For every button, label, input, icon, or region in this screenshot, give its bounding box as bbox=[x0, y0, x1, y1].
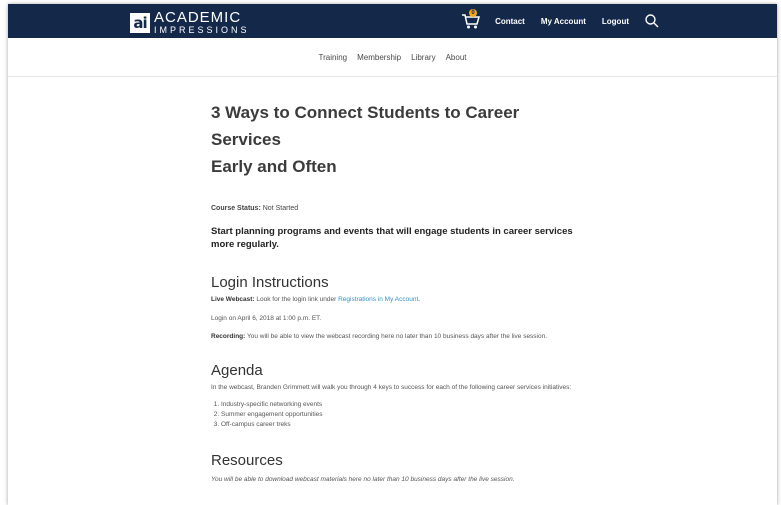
agenda-heading: Agenda bbox=[211, 362, 263, 379]
course-status: Course Status: Not Started bbox=[211, 205, 581, 212]
title-line2: Early and Often bbox=[211, 157, 337, 176]
agenda-item: Summer engagement opportunities bbox=[221, 410, 581, 420]
login-heading: Login Instructions bbox=[211, 274, 329, 291]
contact-link[interactable]: Contact bbox=[495, 17, 525, 26]
browser-frame: ai ACADEMIC IMPRESSIONS 0 Contact My Acc… bbox=[8, 4, 777, 505]
webcast-text: Look for the login link under bbox=[256, 296, 337, 303]
recording-paragraph: Recording: You will be able to view the … bbox=[211, 332, 581, 342]
search-icon[interactable] bbox=[645, 14, 659, 28]
registrations-link[interactable]: Registrations in My Account bbox=[338, 296, 418, 303]
status-value: Not Started bbox=[262, 205, 299, 212]
resources-text: You will be able to download webcast mat… bbox=[211, 476, 515, 483]
resources-heading: Resources bbox=[211, 452, 283, 469]
main-content: 3 Ways to Connect Students to Career Ser… bbox=[211, 99, 581, 485]
title-line1: 3 Ways to Connect Students to Career Ser… bbox=[211, 103, 520, 149]
logo-mark: ai bbox=[130, 12, 150, 33]
lead-text: Start planning programs and events that … bbox=[211, 226, 573, 250]
top-header: ai ACADEMIC IMPRESSIONS 0 Contact My Acc… bbox=[8, 4, 777, 38]
nav-membership[interactable]: Membership bbox=[357, 53, 401, 62]
cart-icon[interactable]: 0 bbox=[461, 9, 481, 30]
status-label: Course Status: bbox=[211, 205, 261, 212]
agenda-item: Off-campus career treks bbox=[221, 420, 581, 430]
my-account-link[interactable]: My Account bbox=[541, 17, 586, 26]
logout-link[interactable]: Logout bbox=[602, 17, 629, 26]
cart-badge: 0 bbox=[469, 9, 478, 17]
logo-line1: ACADEMIC bbox=[154, 9, 242, 26]
logo-line2: IMPRESSIONS bbox=[154, 25, 250, 35]
login-time: Login on April 6, 2018 at 1:00 p.m. ET. bbox=[211, 315, 322, 322]
page-title: 3 Ways to Connect Students to Career Ser… bbox=[211, 99, 581, 180]
site-logo[interactable]: ai ACADEMIC IMPRESSIONS bbox=[130, 10, 250, 35]
logo-text: ACADEMIC IMPRESSIONS bbox=[154, 10, 250, 35]
header-actions: 0 Contact My Account Logout bbox=[461, 4, 659, 38]
nav-about[interactable]: About bbox=[446, 53, 467, 62]
nav-training[interactable]: Training bbox=[319, 53, 348, 62]
agenda-item: Industry-specific networking events bbox=[221, 400, 581, 410]
webcast-end: . bbox=[418, 296, 421, 303]
recording-text: You will be able to view the webcast rec… bbox=[247, 333, 548, 340]
webcast-paragraph: Live Webcast: Look for the login link un… bbox=[211, 295, 581, 305]
recording-label: Recording: bbox=[211, 333, 246, 340]
agenda-list: Industry-specific networking events Summ… bbox=[211, 400, 581, 430]
agenda-intro: In the webcast, Branden Grimmett will wa… bbox=[211, 384, 572, 391]
sub-navigation: Training Membership Library About bbox=[8, 38, 777, 77]
webcast-label: Live Webcast: bbox=[211, 296, 255, 303]
nav-library[interactable]: Library bbox=[411, 53, 435, 62]
